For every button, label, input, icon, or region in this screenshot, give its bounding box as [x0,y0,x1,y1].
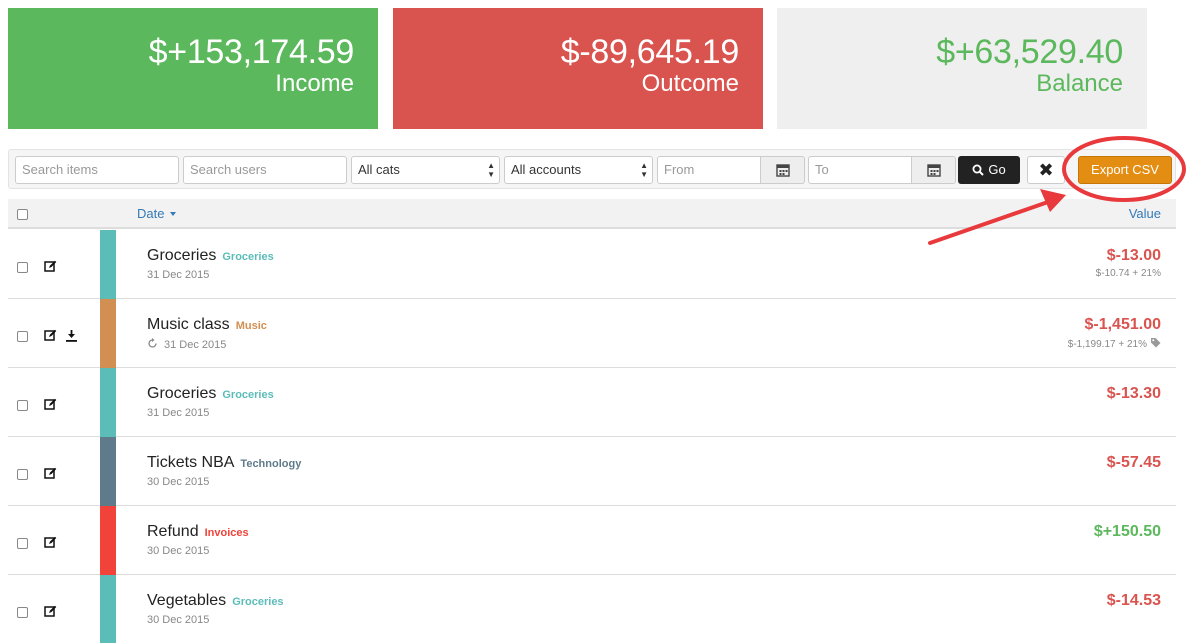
item-value: $-13.00 [1106,247,1161,264]
item-date: 31 Dec 2015 [147,407,210,419]
export-csv-button[interactable]: Export CSV [1078,156,1172,184]
tag-icon [1151,338,1161,348]
outcome-label: Outcome [641,70,739,97]
item-value: $-57.45 [1106,454,1161,471]
item-value: $-14.53 [1106,592,1161,609]
table-row: Vegetables Groceries 30 Dec 2015 $-14.53 [8,575,1176,643]
row-checkbox[interactable] [17,262,28,273]
item-tax-detail: $-10.74 + 21% [1095,268,1161,279]
calendar-icon [775,164,790,177]
category-select[interactable]: All cats ▲ ▼ [351,156,500,184]
item-date: 31 Dec 2015 [164,339,227,351]
item-name: Tickets NBA [147,454,235,471]
item-name: Groceries [147,385,217,402]
filter-bar: Search items Search users All cats ▲ ▼ Al… [8,149,1176,189]
recurring-icon [148,338,157,348]
calendar-icon [926,164,941,177]
category-color-bar [100,506,116,575]
date-column-header[interactable]: Date [137,206,177,221]
category-color-bar [100,437,116,506]
edit-icon[interactable] [44,467,57,480]
page: $+153,174.59 Income $-89,645.19 Outcome … [0,0,1186,643]
balance-label: Balance [1036,70,1123,97]
category-color-bar [100,368,116,437]
date-header-label: Date [137,206,165,221]
select-arrows-icon: ▲ ▼ [487,161,495,179]
download-icon[interactable] [65,329,78,342]
category-label[interactable]: Groceries [222,251,273,263]
balance-card: $+63,529.40 Balance [777,8,1147,129]
outcome-card: $-89,645.19 Outcome [393,8,763,129]
account-select-value: All accounts [511,162,582,177]
row-checkbox[interactable] [17,400,28,411]
item-name: Vegetables [147,592,227,609]
balance-amount: $+63,529.40 [936,33,1123,71]
edit-icon[interactable] [44,536,57,549]
account-select[interactable]: All accounts ▲ ▼ [504,156,653,184]
from-calendar-button[interactable] [761,156,805,184]
from-date-input[interactable]: From [657,156,761,184]
category-label[interactable]: Music [236,320,267,332]
to-date-input[interactable]: To [808,156,912,184]
income-card: $+153,174.59 Income [8,8,378,129]
search-users-input[interactable]: Search users [183,156,347,184]
to-calendar-button[interactable] [912,156,956,184]
item-name: Groceries [147,247,217,264]
category-color-bar [100,575,116,643]
edit-icon[interactable] [44,605,57,618]
go-button-label: Go [988,162,1006,177]
table-row: Groceries Groceries 31 Dec 2015 $-13.30 [8,368,1176,437]
table-header: Date Value [8,199,1176,229]
table-row: Refund Invoices 30 Dec 2015 $+150.50 [8,506,1176,575]
category-label[interactable]: Technology [240,458,301,470]
item-value: $-1,451.00 [1084,316,1161,333]
sort-caret-icon [170,212,177,216]
select-arrows-icon: ▲ ▼ [640,161,648,179]
row-checkbox[interactable] [17,538,28,549]
clear-filters-button[interactable]: ✖ [1027,156,1065,184]
row-checkbox[interactable] [17,331,28,342]
category-color-bar [100,230,116,299]
category-label[interactable]: Groceries [232,596,283,608]
row-checkbox[interactable] [17,607,28,618]
select-all-checkbox[interactable] [17,209,28,220]
category-label[interactable]: Groceries [222,389,273,401]
item-tax-detail: $-1,199.17 + 21% [1067,339,1147,350]
category-label[interactable]: Invoices [205,527,249,539]
item-value: $+150.50 [1093,523,1161,540]
category-color-bar [100,299,116,368]
table-row: Music class Music 31 Dec 2015 $-1,451.00 … [8,299,1176,368]
close-icon: ✖ [1038,160,1054,180]
table-row: Tickets NBA Technology 30 Dec 2015 $-57.4… [8,437,1176,506]
item-name: Refund [147,523,199,540]
table-row: Groceries Groceries 31 Dec 2015 $-13.00 $… [8,230,1176,299]
item-value: $-13.30 [1106,385,1161,402]
item-date: 30 Dec 2015 [147,476,210,488]
item-date: 30 Dec 2015 [147,614,210,626]
search-items-input[interactable]: Search items [15,156,179,184]
edit-icon[interactable] [44,398,57,411]
go-button[interactable]: Go [958,156,1020,184]
item-name: Music class [147,316,230,333]
item-date: 31 Dec 2015 [147,269,210,281]
search-icon [972,164,985,176]
item-date: 30 Dec 2015 [147,545,210,557]
income-amount: $+153,174.59 [148,33,355,71]
edit-icon[interactable] [44,329,57,342]
category-select-value: All cats [358,162,400,177]
value-column-header[interactable]: Value [1129,206,1161,221]
income-label: Income [275,70,354,97]
outcome-amount: $-89,645.19 [560,33,740,71]
row-checkbox[interactable] [17,469,28,480]
export-csv-label: Export CSV [1091,162,1159,177]
edit-icon[interactable] [44,260,57,273]
